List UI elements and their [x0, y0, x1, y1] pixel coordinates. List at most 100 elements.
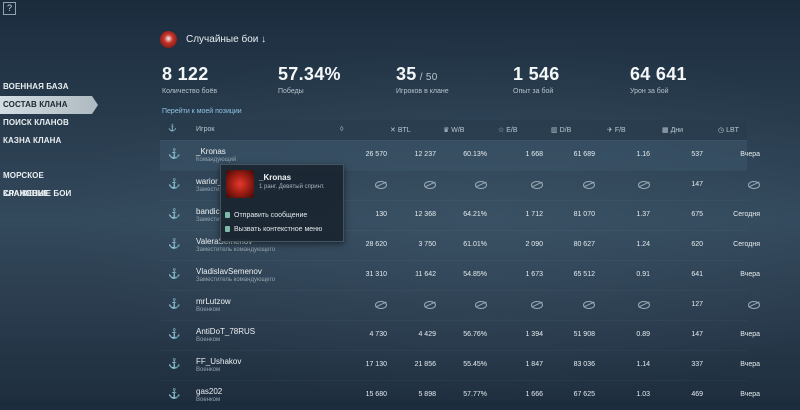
- stat-label: Победы: [278, 88, 304, 95]
- cell-db: 81 070: [573, 211, 595, 218]
- anchor-icon: ⚓: [168, 299, 181, 310]
- damage-icon: ▥: [551, 127, 558, 134]
- nav-item-clan-treasury[interactable]: КАЗНА КЛАНА: [0, 132, 92, 150]
- col-fb[interactable]: ✈ F/B: [607, 126, 626, 134]
- cell-wb: 60.13%: [463, 151, 487, 158]
- eye-slash-icon: [583, 181, 595, 189]
- cell-battles: 4 730: [369, 331, 387, 338]
- stat-value-main: 35: [396, 64, 417, 84]
- clan-logo-icon: [160, 31, 177, 48]
- player-name[interactable]: AntiDoT_78RUS: [196, 327, 255, 336]
- cell-wb: 57.77%: [463, 391, 487, 398]
- eye-slash-icon: [583, 301, 595, 309]
- cell-lbt: Сегодня: [733, 211, 760, 218]
- player-name[interactable]: gas202: [196, 387, 222, 396]
- player-name[interactable]: mrLutzow: [196, 297, 231, 306]
- nav-item-clan-members[interactable]: СОСТАВ КЛАНА: [0, 96, 98, 114]
- player-name[interactable]: warior_: [196, 177, 222, 186]
- context-menu-item[interactable]: Вызвать контекстное меню: [225, 223, 322, 237]
- table-row[interactable]: ⚓ AntiDoT_78RUS Военком 4 730 4 429 56.76% 1 3…: [160, 320, 760, 350]
- player-name[interactable]: VladislavSemenov: [196, 267, 262, 276]
- anchor-icon: ⚓: [168, 329, 181, 340]
- cell-db: 51 908: [573, 331, 595, 338]
- stat-value: 64 641: [630, 64, 687, 84]
- anchor-icon: ⚓: [168, 359, 181, 370]
- col-days[interactable]: ▦ Дни: [662, 126, 683, 134]
- table-row[interactable]: ⚓ mrLutzow Военком 127: [160, 290, 760, 320]
- goto-my-position-link[interactable]: Перейти к моей позиции: [162, 108, 242, 115]
- drop-icon[interactable]: ◊: [340, 126, 343, 133]
- cell-days: 127: [691, 301, 703, 308]
- cell-db: 83 036: [573, 361, 595, 368]
- cell-fb: 0.89: [636, 331, 650, 338]
- nav-item-military-base[interactable]: ВОЕННАЯ БАЗА: [0, 78, 92, 96]
- anchor-icon[interactable]: ⚓: [168, 124, 177, 132]
- col-btl-label: BTL: [397, 127, 411, 134]
- stat-value-max: / 50: [416, 72, 438, 83]
- table-header: ⚓ Игрок ◊ ✕ BTL ♛ W/B ☆ E/B ▥ D/B ✈ F/B …: [160, 120, 747, 140]
- stat-xp: 1 546 Опыт за бой: [513, 64, 560, 95]
- cell-days: 337: [691, 361, 703, 368]
- cell-battles: 130: [375, 211, 387, 218]
- cell-btl: 12 368: [414, 211, 436, 218]
- cell-battles: 17 130: [365, 361, 387, 368]
- col-eb[interactable]: ☆ E/B: [498, 126, 518, 134]
- stat-label: Игроков в клане: [396, 88, 449, 95]
- nav-item-clan-search[interactable]: ПОИСК КЛАНОВ: [0, 114, 92, 132]
- cell-fb: 1.24: [636, 241, 650, 248]
- stat-battles: 8 122 Количество боёв: [162, 64, 217, 95]
- hidden-stat-icon: [475, 181, 487, 191]
- crossed-swords-icon: ✕: [390, 127, 396, 134]
- col-btl[interactable]: ✕ BTL: [390, 126, 411, 134]
- player-role: Военком: [196, 307, 221, 313]
- cell-fb: 0.91: [636, 271, 650, 278]
- eye-slash-icon: [748, 301, 760, 309]
- table-row[interactable]: ⚓ gas202 Военком 15 680 5 898 57.77% 1 666 67 6…: [160, 380, 760, 410]
- col-player[interactable]: Игрок: [196, 126, 214, 133]
- laurel-icon: ♛: [443, 127, 450, 134]
- col-wb-label: W/B: [451, 127, 465, 134]
- cell-days: 641: [691, 271, 703, 278]
- eye-slash-icon: [531, 181, 543, 189]
- cell-battles: 28 620: [365, 241, 387, 248]
- nav-item-naval-battle[interactable]: МОРСКОЕ СРАЖЕНИЕ: [0, 167, 92, 198]
- help-button[interactable]: ?: [3, 2, 16, 15]
- table-row[interactable]: ⚓ VladislavSemenov Заместитель командующег…: [160, 260, 760, 290]
- player-name[interactable]: FF_Ushakov: [196, 357, 241, 366]
- stat-wins: 57.34% Победы: [278, 64, 341, 95]
- cell-db: 65 512: [573, 271, 595, 278]
- cell-db: 67 625: [573, 391, 595, 398]
- cell-lbt: Вчера: [740, 331, 760, 338]
- col-wb[interactable]: ♛ W/B: [443, 126, 464, 134]
- player-role: Военком: [196, 367, 221, 373]
- cell-eb: 1 394: [525, 331, 543, 338]
- col-eb-label: E/B: [506, 127, 518, 134]
- message-icon: [225, 212, 230, 219]
- col-lbt[interactable]: ◷ LBT: [718, 126, 739, 134]
- anchor-icon: ⚓: [168, 269, 181, 280]
- cell-days: 537: [691, 151, 703, 158]
- hidden-stat-icon: [475, 301, 487, 311]
- col-db[interactable]: ▥ D/B: [551, 126, 571, 134]
- col-lbt-label: LBT: [726, 127, 739, 134]
- hidden-stat-icon: [583, 181, 595, 191]
- player-name[interactable]: _Kronas: [196, 147, 226, 156]
- player-name[interactable]: bandic: [196, 207, 220, 216]
- send-message-item[interactable]: Отправить сообщение: [225, 209, 322, 223]
- player-role: Командующий: [196, 157, 237, 163]
- cell-btl: 12 237: [414, 151, 436, 158]
- cell-btl: 21 856: [414, 361, 436, 368]
- eye-slash-icon: [531, 301, 543, 309]
- cell-days: 147: [691, 181, 703, 188]
- col-db-label: D/B: [559, 127, 572, 134]
- cell-eb: 1 668: [525, 151, 543, 158]
- popup-rank: 1 ранг. Девятый спринт.: [259, 184, 325, 190]
- nav-item-clan-battles[interactable]: КЛАНОВЫЕ БОИ: [0, 185, 92, 203]
- anchor-icon: ⚓: [168, 239, 181, 250]
- cell-lbt: Вчера: [740, 361, 760, 368]
- cell-days: 147: [691, 331, 703, 338]
- table-row[interactable]: ⚓ FF_Ushakov Военком 17 130 21 856 55.45% 1 84…: [160, 350, 760, 380]
- mouse-icon: [225, 226, 230, 233]
- cell-db: 80 627: [573, 241, 595, 248]
- battle-mode-selector[interactable]: Случайные бои ↓: [186, 34, 266, 45]
